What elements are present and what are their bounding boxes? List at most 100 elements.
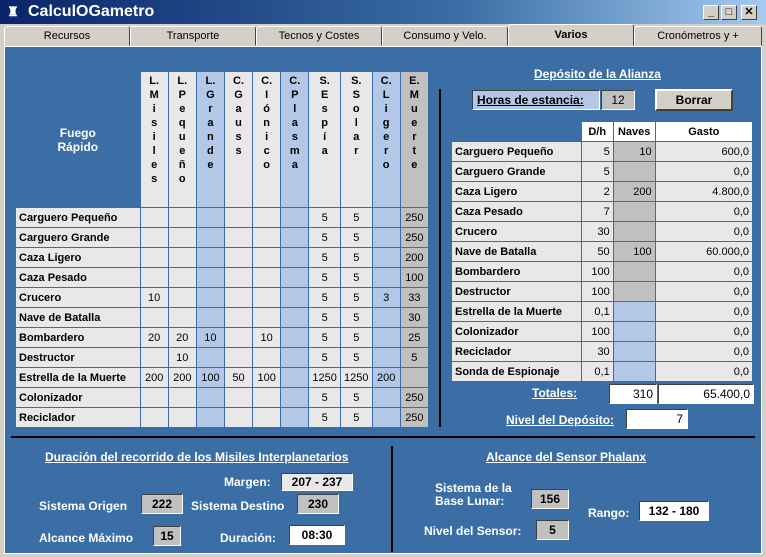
minimize-button[interactable]: _: [703, 5, 719, 20]
fuego-cell: [280, 367, 310, 388]
fuego-cell: 5: [308, 387, 341, 408]
fuego-cell: [280, 247, 310, 268]
title-bar: ♜ CalculOGametro _ □ ✕: [0, 0, 766, 24]
deposito-dh: 2: [580, 181, 614, 202]
deposito-gasto: 0,0: [654, 281, 754, 302]
close-button[interactable]: ✕: [741, 5, 757, 20]
deposito-naves-input[interactable]: [612, 281, 656, 302]
fuego-cell: [195, 307, 225, 328]
deposito-naves-input[interactable]: 10: [612, 141, 656, 162]
deposito-naves-input[interactable]: [612, 161, 656, 182]
origen-input[interactable]: 222: [141, 494, 183, 514]
fuego-cell: [280, 307, 310, 328]
fuego-cell: 250: [399, 227, 430, 248]
fuego-row-name: Bombardero: [15, 327, 141, 348]
fuego-cell: [139, 227, 169, 248]
deposito-naves-input[interactable]: [612, 221, 656, 242]
fuego-row-name: Carguero Pequeño: [15, 207, 141, 228]
col-prefix: L.: [177, 75, 188, 87]
col-c-ligero: C. Li g e r o: [371, 71, 401, 208]
fuego-row: Crucero 10 5 5 3 33: [15, 287, 430, 308]
fuego-cell: 5: [308, 267, 341, 288]
fuego-cell: [139, 247, 169, 268]
fuego-cell: 5: [339, 267, 373, 288]
fuego-cell: 5: [308, 207, 341, 228]
totales-label: Totales:: [532, 386, 578, 400]
deposito-gasto: 0,0: [654, 361, 754, 382]
base-lunar-label: Sistema de la Base Lunar:: [435, 482, 512, 508]
header-gasto: Gasto: [654, 121, 754, 142]
deposito-naves-input[interactable]: 200: [612, 181, 656, 202]
fuego-row-name: Caza Pesado: [15, 267, 141, 288]
fuego-cell: [280, 267, 310, 288]
nivel-deposito-input[interactable]: 7: [626, 409, 688, 429]
fuego-cell: [371, 207, 401, 228]
fuego-cell: 5: [308, 287, 341, 308]
destino-input[interactable]: 230: [297, 494, 339, 514]
col-prefix: C.: [380, 75, 392, 87]
fuego-row: Nave de Batalla 5 5 30: [15, 307, 430, 328]
fuego-cell: 10: [252, 327, 282, 348]
col-name: Pequeño: [178, 89, 186, 185]
fuego-cell: [167, 267, 197, 288]
deposito-naves-input[interactable]: [612, 301, 656, 322]
fuego-row-name: Crucero: [15, 287, 141, 308]
base-lunar-input[interactable]: 156: [531, 489, 569, 509]
nivel-sensor-input[interactable]: 5: [536, 520, 569, 540]
deposito-dh: 50: [580, 241, 614, 262]
deposito-dh: 0,1: [580, 361, 614, 382]
fuego-cell: 200: [139, 367, 169, 388]
fuego-cell: [223, 267, 254, 288]
fuego-cell: 50: [223, 367, 254, 388]
tab-tecnos[interactable]: Tecnos y Costes: [256, 26, 382, 46]
fuego-cell: [252, 347, 282, 368]
deposito-row: Crucero 30 0,0: [451, 221, 754, 242]
col-name: Iónico: [263, 89, 271, 171]
fuego-cell: [252, 387, 282, 408]
fuego-cell: [195, 267, 225, 288]
fuego-cell: 20: [167, 327, 197, 348]
col-prefix: E.: [409, 75, 420, 87]
deposito-naves-input[interactable]: [612, 261, 656, 282]
fuego-cell: [223, 307, 254, 328]
fuego-cell: 200: [167, 367, 197, 388]
fuego-row: Colonizador 5 5 250: [15, 387, 430, 408]
fuego-row-name: Estrella de la Muerte: [15, 367, 141, 388]
deposito-gasto: 0,0: [654, 201, 754, 222]
col-s-espia: S. Es p í a: [308, 71, 341, 208]
margen-value: 207 - 237: [281, 473, 353, 491]
fuego-cell: 250: [399, 207, 430, 228]
col-prefix: C.: [233, 75, 245, 87]
col-prefix: C.: [261, 75, 273, 87]
fuego-cell: [195, 387, 225, 408]
tab-bar: Recursos Transporte Tecnos y Costes Cons…: [0, 24, 766, 46]
deposito-gasto: 60.000,0: [654, 241, 754, 262]
col-name: Misiles: [149, 89, 159, 185]
deposito-naves-input[interactable]: 100: [612, 241, 656, 262]
divider-vertical-bottom: [391, 446, 393, 552]
tab-varios[interactable]: Varios: [508, 24, 634, 46]
fuego-cell: [371, 307, 401, 328]
tab-transporte[interactable]: Transporte: [130, 26, 256, 46]
fuego-cell: [252, 267, 282, 288]
deposito-row: Caza Ligero 2 200 4.800,0: [451, 181, 754, 202]
deposito-naves-input[interactable]: [612, 201, 656, 222]
fuego-cell: [280, 207, 310, 228]
maximize-button[interactable]: □: [721, 5, 737, 20]
fuego-row-name: Nave de Batalla: [15, 307, 141, 328]
fuego-title-line1: Fuego: [59, 125, 96, 140]
deposito-row-name: Nave de Batalla: [451, 241, 582, 262]
fuego-cell: 25: [399, 327, 430, 348]
tab-cronometros[interactable]: Cronómetros y +: [634, 26, 762, 46]
deposito-naves-input[interactable]: [612, 321, 656, 342]
tab-recursos[interactable]: Recursos: [4, 26, 130, 46]
horas-input[interactable]: 12: [601, 90, 635, 110]
deposito-naves-input[interactable]: [612, 341, 656, 362]
deposito-naves-input[interactable]: [612, 361, 656, 382]
fuego-cell: [139, 207, 169, 228]
fuego-cell: 5: [308, 227, 341, 248]
fuego-cell: 100: [399, 267, 430, 288]
tab-consumo[interactable]: Consumo y Velo.: [382, 26, 508, 46]
borrar-button[interactable]: Borrar: [655, 89, 733, 111]
fuego-cell: 10: [167, 347, 197, 368]
